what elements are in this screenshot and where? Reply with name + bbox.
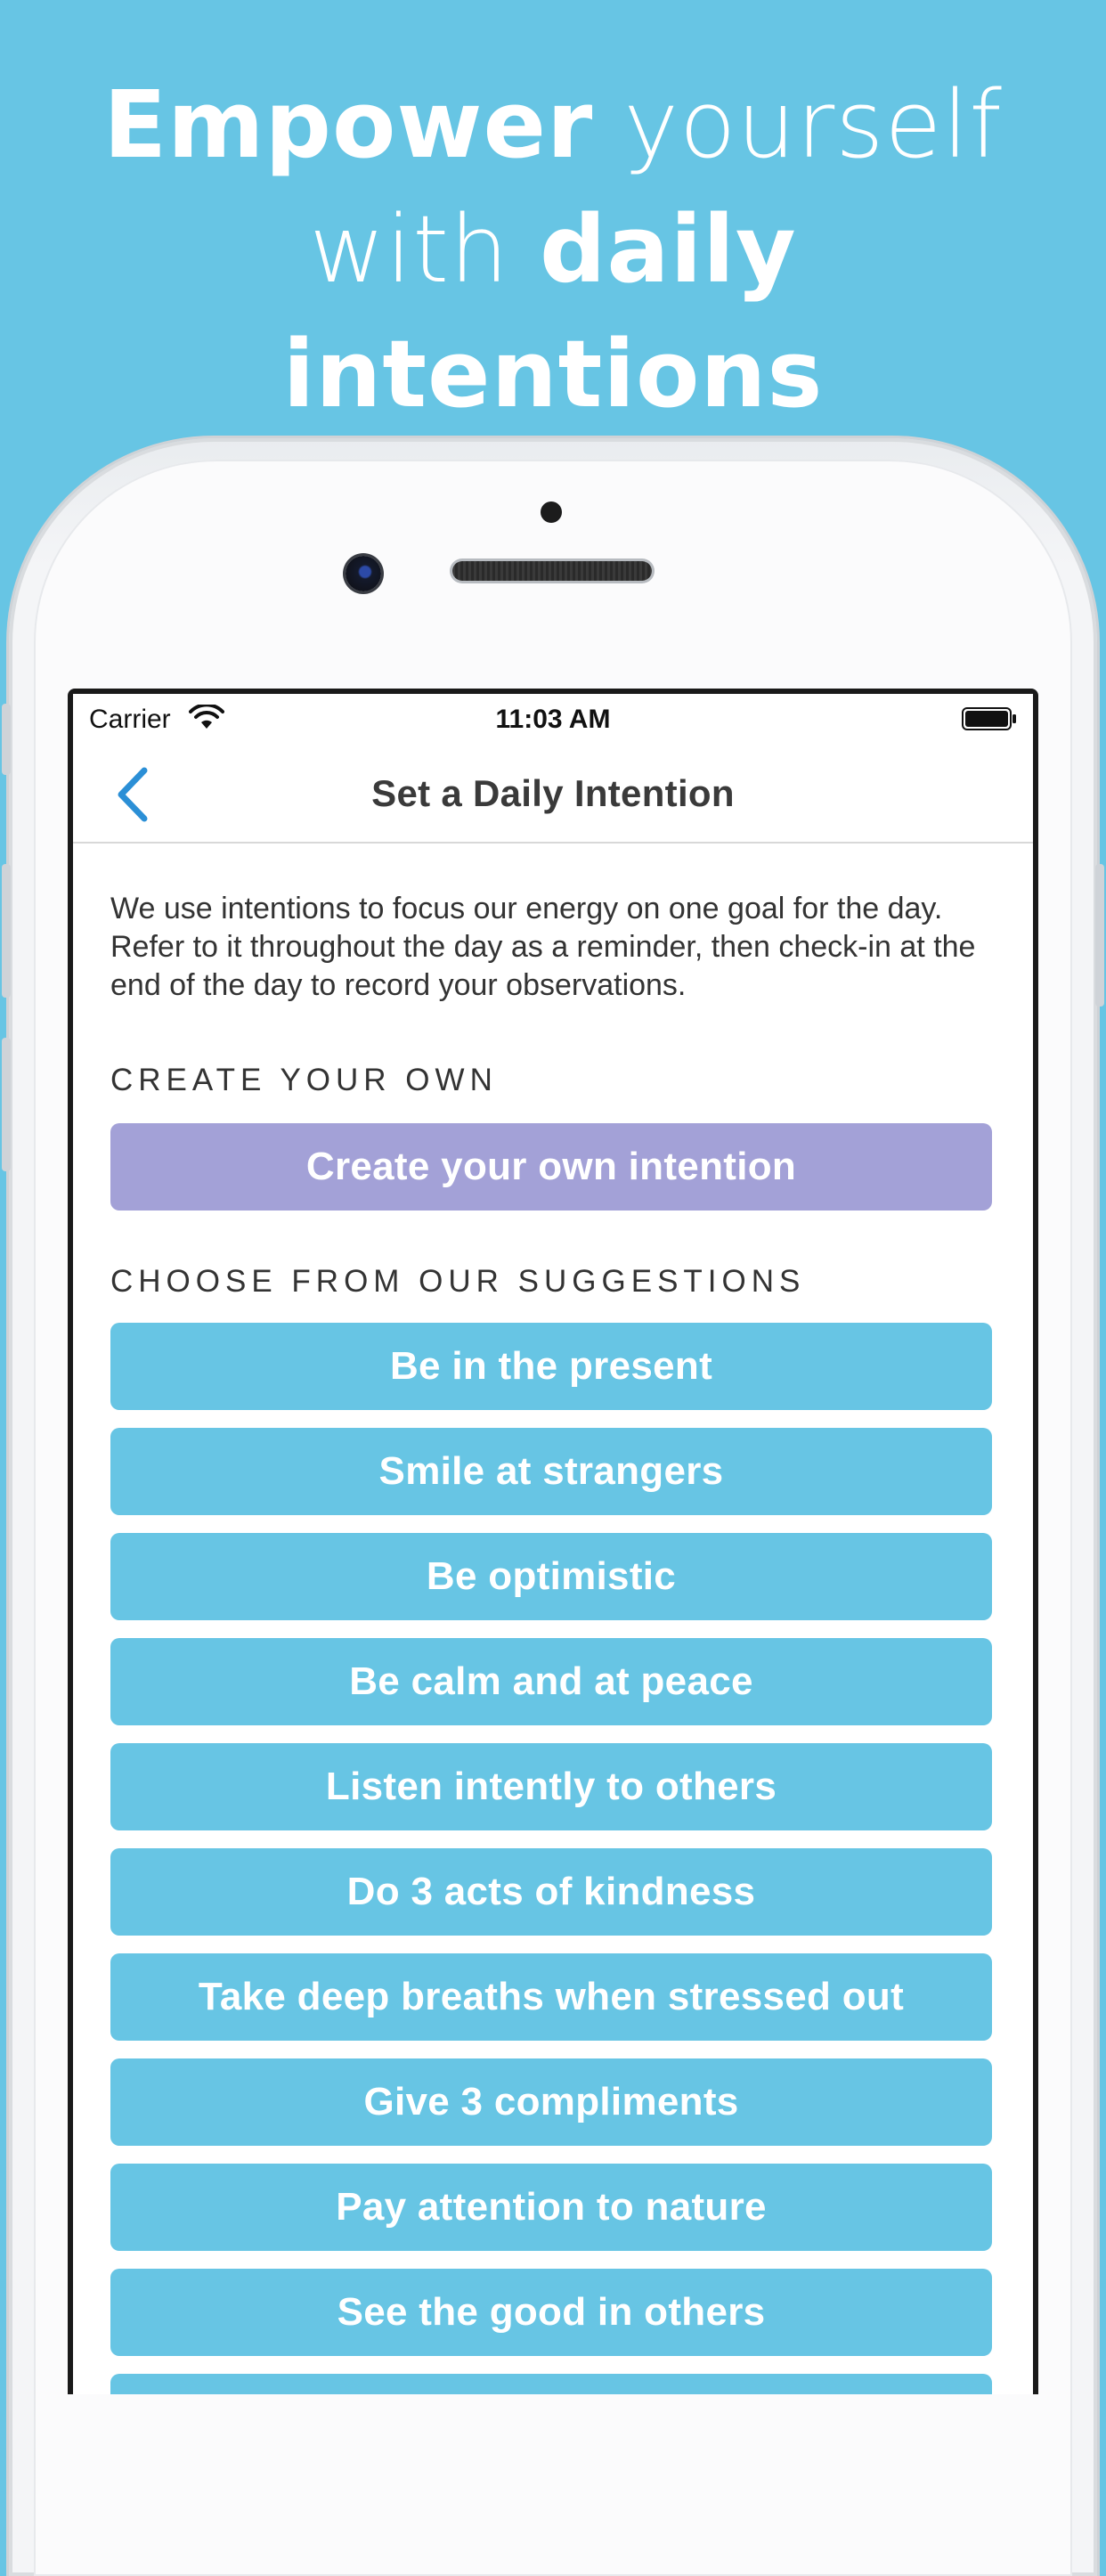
create-section-header: CREATE YOUR OWN bbox=[110, 1063, 498, 1097]
suggestion-button[interactable]: Be in the present bbox=[110, 1323, 992, 1410]
suggestion-button[interactable]: Smile at strangers bbox=[110, 1428, 992, 1515]
navigation-bar: Set a Daily Intention bbox=[73, 744, 1033, 844]
headline-word-daily: daily bbox=[539, 195, 797, 304]
headline-word-empower: Empower bbox=[103, 70, 594, 179]
proximity-sensor bbox=[541, 501, 562, 523]
power-button bbox=[1095, 864, 1104, 1007]
battery-icon bbox=[962, 707, 1016, 730]
page-title: Set a Daily Intention bbox=[371, 772, 735, 814]
suggestion-button[interactable] bbox=[110, 2374, 992, 2394]
headline-line-3: intentions bbox=[0, 312, 1106, 436]
suggestion-button[interactable]: Take deep breaths when stressed out bbox=[110, 1953, 992, 2041]
app-screen: Carrier 11:03 AM Set a Daily Intention W… bbox=[73, 694, 1033, 2394]
create-own-intention-button[interactable]: Create your own intention bbox=[110, 1123, 992, 1211]
phone-screen: Carrier 11:03 AM Set a Daily Intention W… bbox=[68, 689, 1038, 2394]
intention-form: We use intentions to focus our energy on… bbox=[110, 890, 1001, 2394]
volume-down-button bbox=[2, 1038, 11, 1171]
headline-line-2: with daily bbox=[0, 187, 1106, 312]
suggestions-section-header: CHOOSE FROM OUR SUGGESTIONS bbox=[110, 1264, 806, 1299]
marketing-headline: Empower yourself with daily intentions bbox=[0, 62, 1106, 436]
suggestion-button[interactable]: Listen intently to others bbox=[110, 1743, 992, 1830]
status-time: 11:03 AM bbox=[495, 705, 611, 734]
suggestion-button[interactable]: Give 3 compliments bbox=[110, 2058, 992, 2146]
headline-word-intentions: intentions bbox=[282, 320, 824, 428]
suggestion-button[interactable]: Pay attention to nature bbox=[110, 2164, 992, 2251]
earpiece-speaker bbox=[452, 561, 652, 581]
headline-line-1: Empower yourself bbox=[0, 62, 1106, 187]
suggestion-button[interactable]: Do 3 acts of kindness bbox=[110, 1848, 992, 1936]
volume-up-button bbox=[2, 864, 11, 998]
front-camera-icon bbox=[346, 556, 381, 591]
headline-word-with: with bbox=[309, 195, 540, 304]
suggestion-button[interactable]: See the good in others bbox=[110, 2269, 992, 2356]
suggestion-button[interactable]: Be optimistic bbox=[110, 1533, 992, 1620]
headline-word-yourself: yourself bbox=[593, 70, 1003, 179]
suggestions-list: Be in the present Smile at strangers Be … bbox=[110, 1323, 1001, 2394]
intro-text: We use intentions to focus our energy on… bbox=[110, 892, 976, 1002]
mute-switch bbox=[2, 704, 11, 775]
status-bar: Carrier 11:03 AM bbox=[73, 694, 1033, 744]
suggestion-button[interactable]: Be calm and at peace bbox=[110, 1638, 992, 1725]
